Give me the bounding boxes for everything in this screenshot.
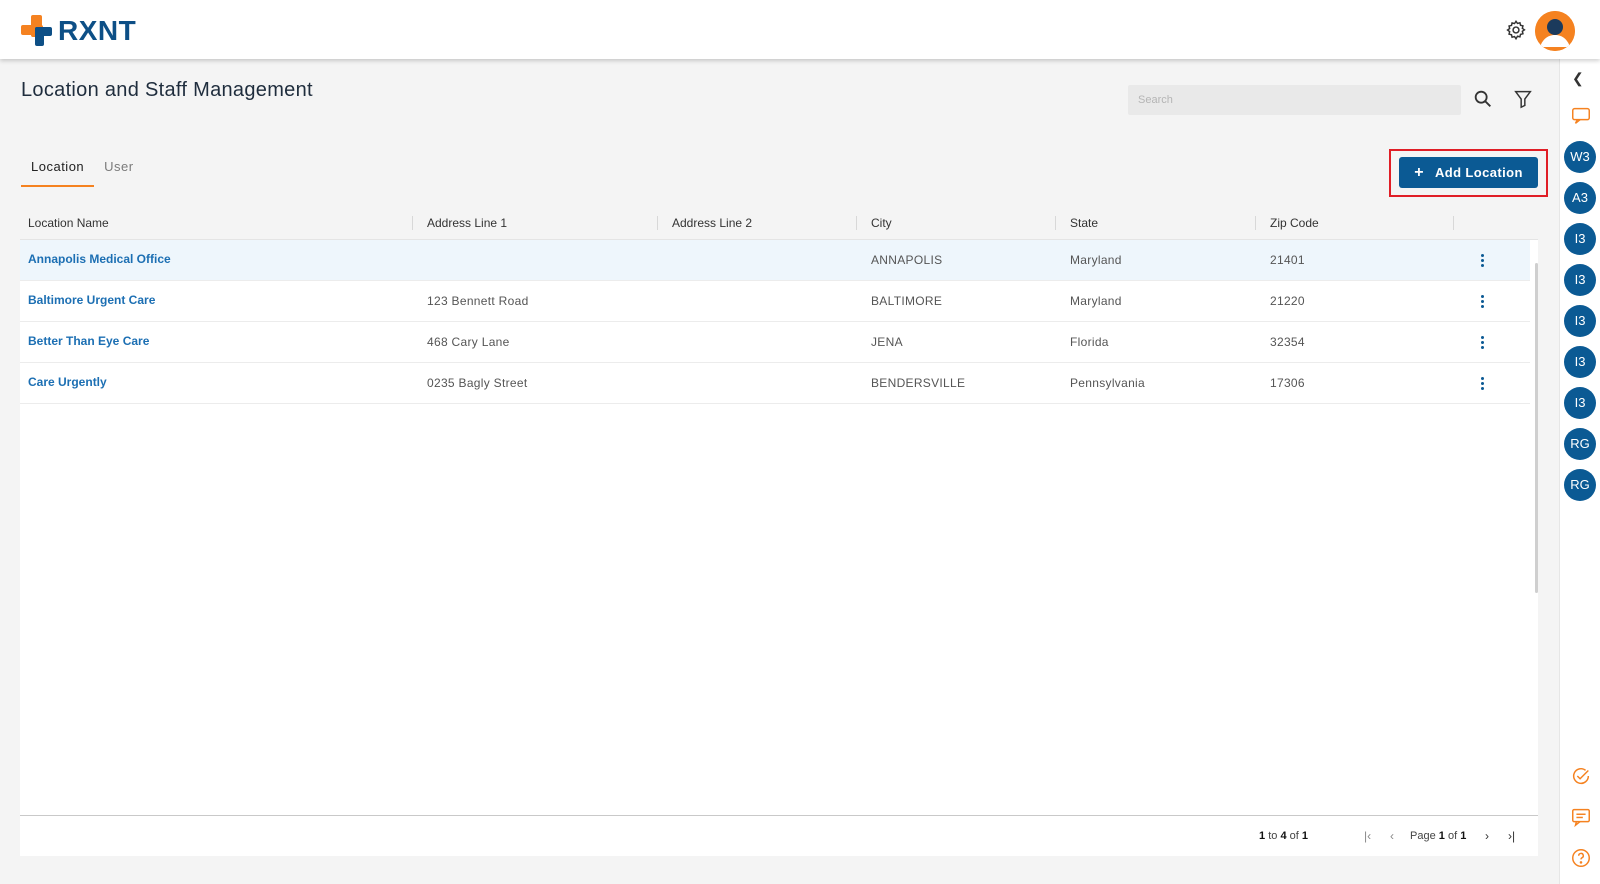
contact-bubble[interactable]: RG [1564, 469, 1596, 501]
state-cell: Florida [1070, 335, 1109, 349]
first-page-icon[interactable]: |‹ [1364, 829, 1371, 843]
location-name-link[interactable]: Annapolis Medical Office [28, 240, 171, 281]
column-header-zip-code[interactable]: Zip Code [1270, 206, 1319, 240]
table-row[interactable]: Better Than Eye Care 468 Cary Lane JENA … [20, 322, 1530, 363]
plus-icon: + [1414, 163, 1424, 181]
table-header: Location Name Address Line 1 Address Lin… [20, 206, 1538, 240]
contact-bubble[interactable]: W3 [1564, 141, 1596, 173]
help-icon[interactable] [1570, 847, 1592, 869]
contact-bubble[interactable]: I3 [1564, 223, 1596, 255]
contact-bubble[interactable]: I3 [1564, 264, 1596, 296]
table-row[interactable]: Annapolis Medical Office ANNAPOLIS Maryl… [20, 240, 1530, 281]
city-cell: BALTIMORE [871, 294, 943, 308]
rxnt-logo[interactable]: RXNT [21, 15, 136, 47]
search-input[interactable] [1128, 85, 1461, 115]
page-indicator: Page 1 of 1 [1410, 830, 1467, 842]
pagination-bar: 1 to 4 of 1 |‹ ‹ Page 1 of 1 › ›| [20, 815, 1538, 856]
kebab-menu-icon[interactable] [1477, 335, 1487, 351]
column-header-location-name[interactable]: Location Name [28, 206, 109, 240]
city-cell: JENA [871, 335, 903, 349]
column-header-city[interactable]: City [871, 206, 892, 240]
row-range-summary: 1 to 4 of 1 [1259, 830, 1308, 842]
contact-bubble[interactable]: I3 [1564, 305, 1596, 337]
location-name-link[interactable]: Baltimore Urgent Care [28, 281, 155, 322]
zip-cell: 32354 [1270, 335, 1305, 349]
brand-name: RXNT [58, 15, 137, 46]
chevron-left-icon[interactable]: ❮ [1572, 70, 1584, 87]
contact-bubble[interactable]: RG [1564, 428, 1596, 460]
user-avatar-icon[interactable] [1535, 11, 1575, 51]
zip-cell: 21401 [1270, 253, 1305, 267]
add-location-label: Add Location [1434, 165, 1523, 180]
previous-page-icon[interactable]: ‹ [1390, 829, 1394, 843]
tab-bar: Location User [21, 152, 144, 187]
table-scrollbar[interactable] [1535, 263, 1538, 593]
table-row[interactable]: Care Urgently 0235 Bagly Street BENDERSV… [20, 363, 1530, 404]
city-cell: BENDERSVILLE [871, 376, 966, 390]
column-header-address-line-1[interactable]: Address Line 1 [427, 206, 507, 240]
page-title: Location and Staff Management [21, 79, 313, 101]
state-cell: Maryland [1070, 294, 1122, 308]
table-row[interactable]: Baltimore Urgent Care 123 Bennett Road B… [20, 281, 1530, 322]
chat-icon[interactable] [1570, 105, 1592, 127]
kebab-menu-icon[interactable] [1477, 376, 1487, 392]
message-icon[interactable] [1570, 806, 1592, 828]
kebab-menu-icon[interactable] [1477, 253, 1487, 269]
zip-cell: 21220 [1270, 294, 1305, 308]
add-location-button[interactable]: + Add Location [1399, 157, 1538, 188]
check-circle-icon[interactable] [1570, 765, 1592, 787]
zip-cell: 17306 [1270, 376, 1305, 390]
location-name-link[interactable]: Better Than Eye Care [28, 322, 149, 363]
logo-cross-icon [21, 15, 53, 47]
locations-table: Location Name Address Line 1 Address Lin… [20, 206, 1538, 856]
last-page-icon[interactable]: ›| [1508, 829, 1515, 843]
contact-bubble[interactable]: A3 [1564, 182, 1596, 214]
settings-gear-icon[interactable] [1505, 19, 1527, 41]
kebab-menu-icon[interactable] [1477, 294, 1487, 310]
tab-location[interactable]: Location [21, 152, 95, 187]
location-name-link[interactable]: Care Urgently [28, 363, 107, 404]
state-cell: Pennsylvania [1070, 376, 1145, 390]
city-cell: ANNAPOLIS [871, 253, 943, 267]
address-line-1-cell: 468 Cary Lane [427, 335, 510, 349]
right-rail: ❮ W3 A3 I3 I3 I3 I3 I3 RG RG [1559, 59, 1600, 884]
contact-bubble[interactable]: I3 [1564, 387, 1596, 419]
column-header-address-line-2[interactable]: Address Line 2 [672, 206, 752, 240]
column-header-state[interactable]: State [1070, 206, 1098, 240]
next-page-icon[interactable]: › [1485, 829, 1489, 843]
address-line-1-cell: 0235 Bagly Street [427, 376, 528, 390]
address-line-1-cell: 123 Bennett Road [427, 294, 529, 308]
filter-icon[interactable] [1512, 88, 1534, 110]
search-icon[interactable] [1472, 88, 1494, 110]
state-cell: Maryland [1070, 253, 1122, 267]
contact-bubble[interactable]: I3 [1564, 346, 1596, 378]
top-bar: RXNT [0, 0, 1600, 59]
tab-user[interactable]: User [94, 152, 143, 187]
